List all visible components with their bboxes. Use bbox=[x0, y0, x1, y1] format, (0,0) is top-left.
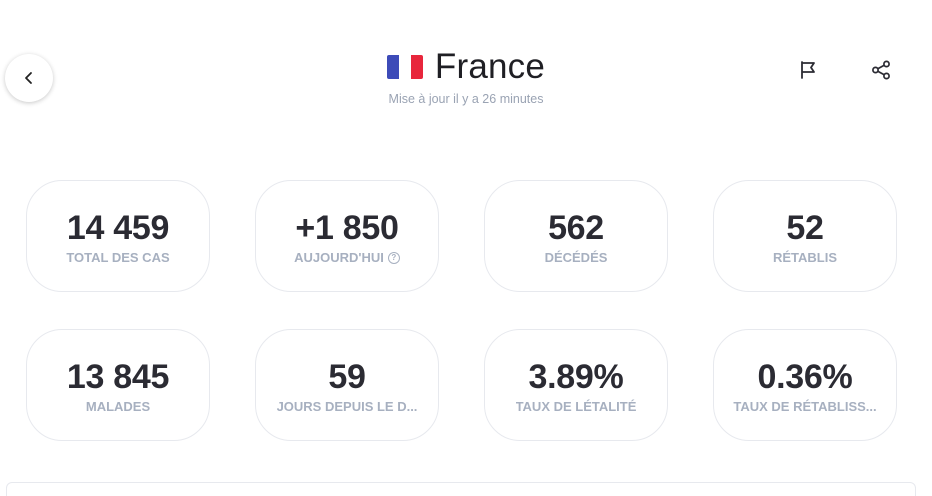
stat-label: AUJOURD'HUI? bbox=[294, 250, 400, 265]
stat-label: MALADES bbox=[86, 399, 150, 414]
content-card bbox=[6, 482, 916, 496]
stat-value: +1 850 bbox=[295, 209, 399, 247]
stat-card-fatality-rate[interactable]: 3.89% TAUX DE LÉTALITÉ bbox=[484, 329, 668, 441]
stat-label: DÉCÉDÉS bbox=[545, 250, 608, 265]
stat-value: 0.36% bbox=[757, 358, 853, 396]
stat-card-sick[interactable]: 13 845 MALADES bbox=[26, 329, 210, 441]
page-title: France bbox=[434, 47, 546, 86]
stat-label: RÉTABLIS bbox=[773, 250, 837, 265]
share-button[interactable] bbox=[865, 54, 897, 86]
stat-label-text: RÉTABLIS bbox=[772, 250, 838, 265]
stat-card-recovery-rate[interactable]: 0.36% TAUX DE RÉTABLISS... bbox=[713, 329, 897, 441]
stat-label-text: JOURS DEPUIS LE D... bbox=[276, 399, 418, 414]
stat-label: JOURS DEPUIS LE D... bbox=[277, 399, 418, 414]
flag-stripe-red bbox=[410, 55, 423, 79]
stat-label: TAUX DE RÉTABLISS... bbox=[733, 399, 876, 414]
france-flag-icon bbox=[386, 55, 423, 79]
last-updated-text: Mise à jour il y a 26 minutes bbox=[388, 92, 544, 106]
stat-label-text: TOTAL DES CAS bbox=[66, 250, 170, 265]
stat-card-recovered[interactable]: 52 RÉTABLIS bbox=[713, 180, 897, 292]
stat-value: 562 bbox=[548, 209, 604, 247]
flag-stripe-white bbox=[398, 55, 411, 79]
flag-stripe-blue bbox=[386, 55, 399, 79]
country-page: France Mise à jour il y a 26 minutes 14 … bbox=[0, 0, 932, 496]
stat-label-text: DÉCÉDÉS bbox=[544, 250, 608, 265]
stat-value: 3.89% bbox=[528, 358, 624, 396]
flag-icon bbox=[801, 61, 815, 79]
stat-value: 14 459 bbox=[66, 209, 170, 247]
stat-label: TAUX DE LÉTALITÉ bbox=[516, 399, 637, 414]
stat-label-text: AUJOURD'HUI bbox=[294, 250, 384, 265]
stat-value: 13 845 bbox=[66, 358, 170, 396]
stat-label: TOTAL DES CAS bbox=[66, 250, 169, 265]
stat-card-today[interactable]: +1 850 AUJOURD'HUI? bbox=[255, 180, 439, 292]
stat-label-text: MALADES bbox=[85, 399, 151, 414]
stat-value: 52 bbox=[786, 209, 824, 247]
stat-card-deaths[interactable]: 562 DÉCÉDÉS bbox=[484, 180, 668, 292]
stats-grid: 14 459 TOTAL DES CAS +1 850 AUJOURD'HUI?… bbox=[26, 180, 897, 441]
flag-button[interactable] bbox=[792, 54, 824, 86]
stat-value: 59 bbox=[328, 358, 366, 396]
stat-label-text: TAUX DE LÉTALITÉ bbox=[515, 399, 637, 414]
share-icon bbox=[872, 60, 890, 80]
help-circle-icon[interactable]: ? bbox=[387, 251, 400, 264]
stat-label-text: TAUX DE RÉTABLISS... bbox=[733, 399, 877, 414]
stat-card-total-cases[interactable]: 14 459 TOTAL DES CAS bbox=[26, 180, 210, 292]
stat-card-days-since[interactable]: 59 JOURS DEPUIS LE D... bbox=[255, 329, 439, 441]
